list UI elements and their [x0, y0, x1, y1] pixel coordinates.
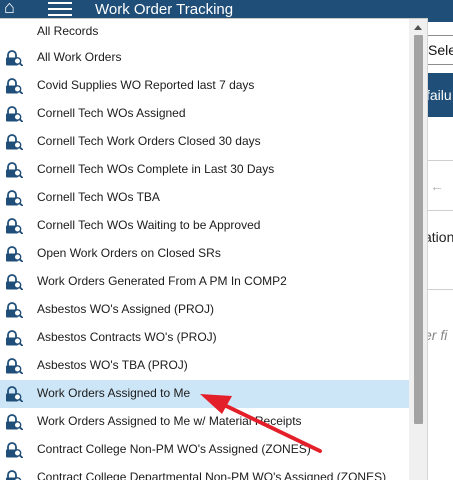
- lock-search-icon: [5, 470, 23, 480]
- list-item[interactable]: All Work Orders: [0, 44, 409, 72]
- lock-search-icon: [5, 106, 24, 123]
- list-item[interactable]: Cornell Tech WOs Waiting to be Approved: [0, 212, 409, 240]
- scrollbar-thumb[interactable]: [414, 35, 423, 424]
- list-item-label: Cornell Tech WOs Complete in Last 30 Day…: [37, 162, 275, 176]
- list-item-label: Open Work Orders on Closed SRs: [37, 246, 221, 260]
- saved-query-list: All Records All Work Orders Covid Suppli…: [0, 19, 409, 480]
- list-item-label: All Work Orders: [37, 50, 122, 64]
- list-item-label: Cornell Tech WOs Waiting to be Approved: [37, 218, 261, 232]
- list-item-label: Work Orders Assigned to Me w/ Material R…: [37, 414, 302, 428]
- lock-search-icon: [5, 358, 24, 375]
- lock-search-icon: [5, 50, 24, 67]
- lock-search-icon: [5, 218, 24, 235]
- list-item-label: Asbestos WO's TBA (PROJ): [37, 358, 188, 372]
- lock-search-icon: [5, 134, 24, 151]
- hamburger-menu-icon[interactable]: [48, 2, 72, 16]
- list-item-label: Asbestos Contracts WO's (PROJ): [37, 330, 217, 344]
- back-arrow-icon[interactable]: ←: [430, 178, 444, 194]
- list-item[interactable]: Open Work Orders on Closed SRs: [0, 240, 409, 268]
- list-item[interactable]: Work Orders Generated From A PM In COMP2: [0, 268, 409, 296]
- list-item[interactable]: Contract College Departmental Non-PM WO'…: [0, 464, 409, 480]
- list-item[interactable]: Asbestos WO's TBA (PROJ): [0, 352, 409, 380]
- list-item-label: Covid Supplies WO Reported last 7 days: [37, 78, 255, 92]
- section-label: ation: [424, 229, 453, 245]
- lock-search-icon: [5, 246, 24, 263]
- list-item[interactable]: Cornell Tech WOs Assigned: [0, 100, 409, 128]
- list-item-label: Work Orders Assigned to Me: [37, 386, 191, 400]
- list-item[interactable]: Cornell Tech Work Orders Closed 30 days: [0, 128, 409, 156]
- app-title: Work Order Tracking: [95, 1, 234, 18]
- list-item[interactable]: Asbestos Contracts WO's (PROJ): [0, 324, 409, 352]
- lock-search-icon: [5, 302, 24, 319]
- primary-action-button[interactable]: failu: [424, 73, 453, 117]
- list-item-label: Work Orders Generated From A PM In COMP2: [37, 274, 287, 288]
- list-item-label: Cornell Tech Work Orders Closed 30 days: [37, 134, 261, 148]
- list-item[interactable]: Work Orders Assigned to Me: [0, 380, 409, 408]
- list-item-all-records[interactable]: All Records: [0, 19, 409, 44]
- saved-query-dropdown[interactable]: All Records All Work Orders Covid Suppli…: [0, 18, 428, 480]
- lock-search-icon: [5, 330, 24, 347]
- lock-search-icon: [5, 274, 24, 291]
- divider: [424, 289, 453, 290]
- list-item[interactable]: Cornell Tech WOs TBA: [0, 184, 409, 212]
- lock-search-icon: [5, 78, 24, 95]
- list-item-label: Contract College Departmental Non-PM WO'…: [37, 470, 387, 480]
- lock-search-icon: [5, 190, 24, 207]
- home-icon[interactable]: ⌂: [4, 0, 15, 16]
- query-select[interactable]: Sele: [424, 35, 453, 65]
- scroll-up-icon[interactable]: [409, 19, 427, 33]
- list-item[interactable]: Cornell Tech WOs Complete in Last 30 Day…: [0, 156, 409, 184]
- list-item-label: Cornell Tech WOs TBA: [37, 190, 160, 204]
- list-item-label: All Records: [37, 24, 99, 38]
- list-item[interactable]: Asbestos WO's Assigned (PROJ): [0, 296, 409, 324]
- lock-search-icon: [5, 162, 24, 179]
- lock-search-icon: [5, 442, 24, 459]
- list-item[interactable]: Work Orders Assigned to Me w/ Material R…: [0, 408, 409, 436]
- lock-search-icon: [5, 414, 24, 431]
- lock-search-icon: [5, 386, 24, 403]
- list-item[interactable]: Covid Supplies WO Reported last 7 days: [0, 72, 409, 100]
- list-item-label: Contract College Non-PM WO's Assigned (Z…: [37, 442, 311, 456]
- list-item-label: Asbestos WO's Assigned (PROJ): [37, 302, 215, 316]
- list-item[interactable]: Contract College Non-PM WO's Assigned (Z…: [0, 436, 409, 464]
- divider: [424, 210, 453, 211]
- divider: [424, 160, 453, 161]
- scrollbar[interactable]: [409, 19, 427, 480]
- filter-hint: er fi: [424, 327, 448, 343]
- list-item-label: Cornell Tech WOs Assigned: [37, 106, 186, 120]
